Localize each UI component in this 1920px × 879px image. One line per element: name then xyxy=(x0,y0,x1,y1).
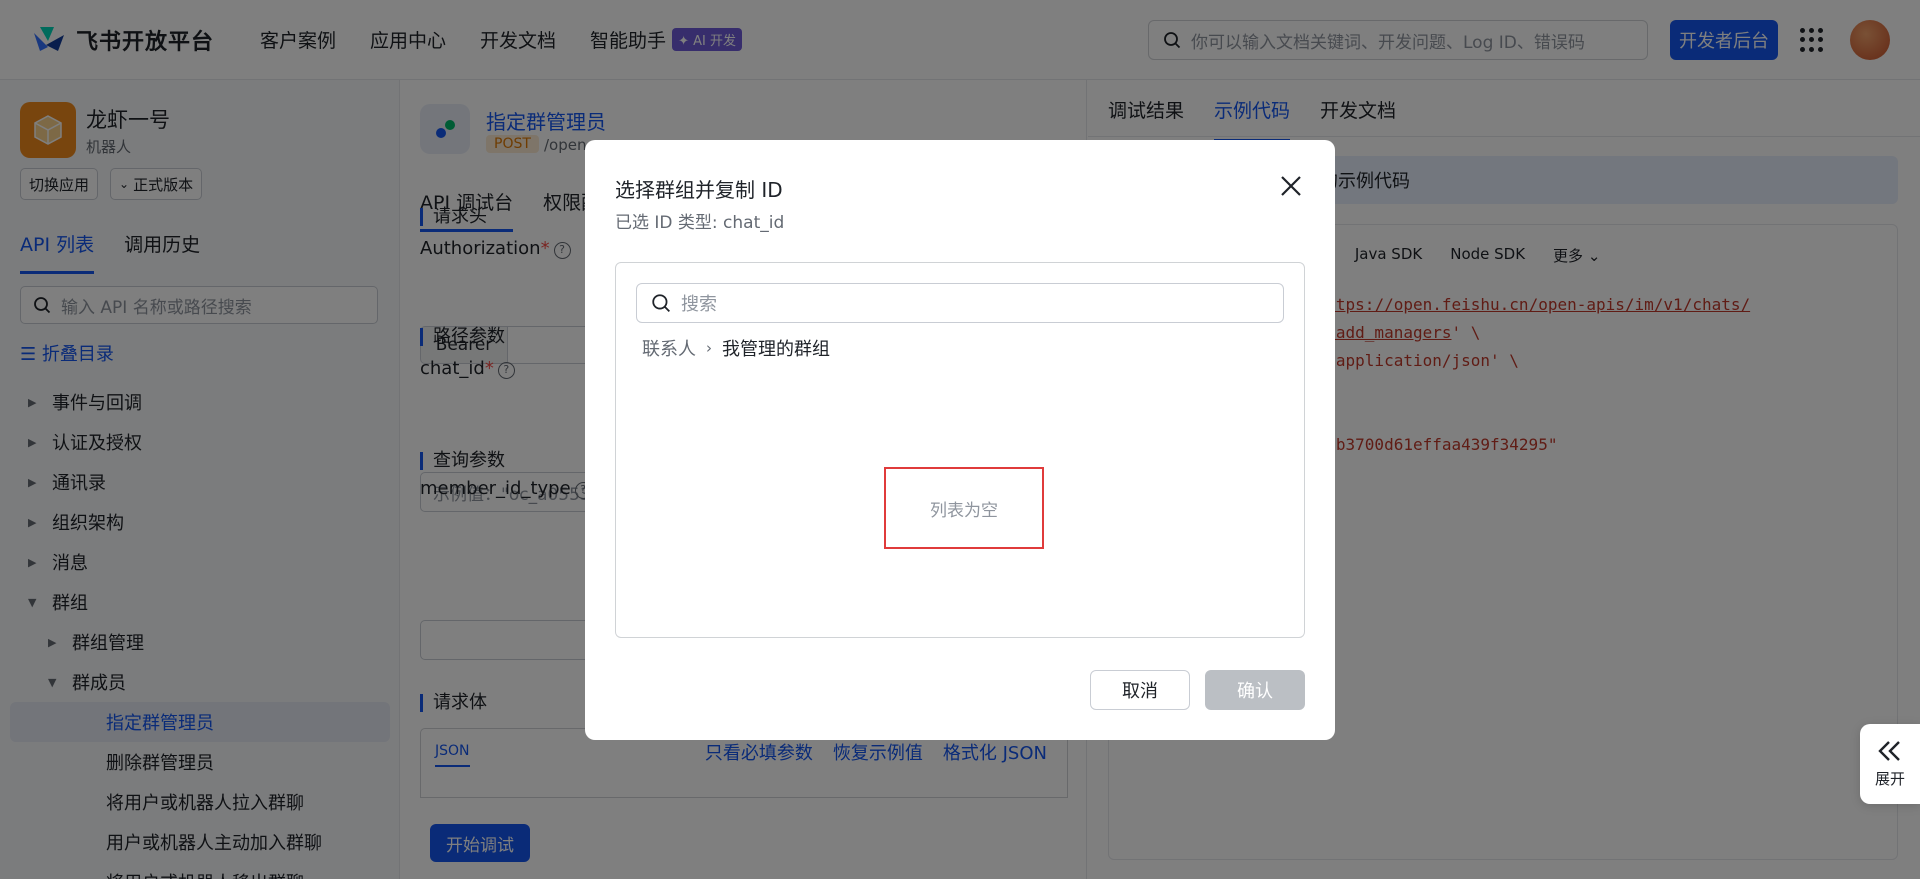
expand-label: 展开 xyxy=(1874,769,1905,788)
cancel-button[interactable]: 取消 xyxy=(1090,670,1190,710)
group-search-input[interactable]: 搜索 xyxy=(636,283,1284,323)
confirm-button[interactable]: 确认 xyxy=(1205,670,1305,710)
search-icon xyxy=(652,294,670,312)
breadcrumb: 联系人 › 我管理的群组 xyxy=(642,335,830,361)
breadcrumb-my-groups: 我管理的群组 xyxy=(722,339,830,360)
dialog-subtitle: 已选 ID 类型: chat_id xyxy=(615,213,785,233)
empty-list-message: 列表为空 xyxy=(884,467,1044,549)
dialog-title: 选择群组并复制 ID xyxy=(615,178,783,202)
select-group-dialog: 选择群组并复制 ID 已选 ID 类型: chat_id 搜索 联系人 › 我管… xyxy=(585,140,1335,740)
breadcrumb-contacts[interactable]: 联系人 xyxy=(642,335,696,361)
close-icon[interactable] xyxy=(1277,172,1305,200)
double-chevron-left-icon xyxy=(1878,740,1900,761)
chevron-right-icon: › xyxy=(706,339,712,357)
expand-panel-button[interactable]: 展开 xyxy=(1860,724,1920,804)
group-picker: 搜索 联系人 › 我管理的群组 列表为空 xyxy=(615,262,1305,638)
group-search-placeholder: 搜索 xyxy=(681,294,717,315)
